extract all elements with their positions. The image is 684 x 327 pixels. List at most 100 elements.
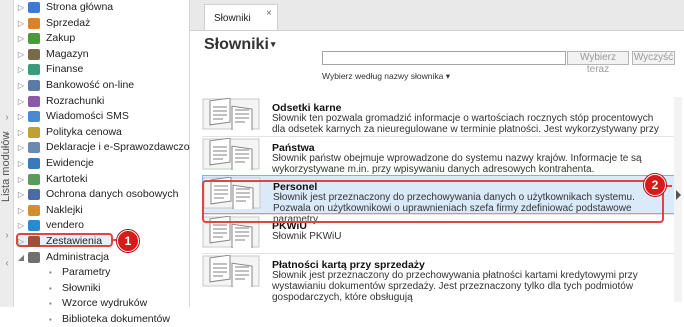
expand-arrow-icon[interactable]: ▷ (16, 31, 26, 47)
chevron-right-icon[interactable]: › (1, 230, 13, 242)
home-icon (28, 2, 40, 13)
sidebar-item[interactable]: ▷ Deklaracje i e-Sprawozdawczość (16, 140, 200, 156)
sidebar-item[interactable]: ▷ Ewidencje (16, 156, 190, 172)
sidebar-subitem-label: Wzorce wydruków (62, 297, 148, 310)
sidebar-item[interactable]: ▷ Strona główna (16, 0, 190, 16)
sidebar-item-label: Ewidencje (46, 156, 94, 169)
expand-arrow-icon[interactable]: ▷ (16, 0, 26, 16)
sidebar-item-label: vendero (46, 219, 84, 232)
dictionary-row[interactable]: Personel Słownik jest przeznaczony do prz… (202, 175, 676, 225)
collapse-arrow-icon[interactable]: ◢ (16, 250, 26, 266)
sidebar-subitem[interactable]: ▪ Wzorce wydruków (16, 296, 190, 312)
bullet-icon: ▪ (49, 283, 52, 293)
sidebar-item[interactable]: ▷ Polityka cenowa (16, 125, 190, 141)
tab-bar: Słowniki × (190, 0, 684, 31)
cart-icon (28, 33, 40, 45)
sidebar-item[interactable]: ▷ Naklejki (16, 203, 190, 219)
sidebar-item[interactable]: ▷ Rozrachunki (16, 94, 190, 110)
sidebar-item-label: Administracja (46, 250, 110, 263)
scrollbar[interactable] (674, 97, 682, 302)
sidebar-subitem-label: Parametry (62, 266, 111, 279)
dictionary-row[interactable]: Płatności kartą przy sprzedaży Słownik je… (202, 253, 676, 303)
module-tree: ▷ Strona główna ▷ Sprzedaż ▷ Zakup ▷ Magazyn ▷ Fi… (16, 0, 200, 327)
privacy-icon (28, 189, 40, 201)
clear-button[interactable]: Wyczyść (632, 51, 675, 65)
sidebar-item-label: Wiadomości SMS (46, 110, 129, 123)
dictionary-row[interactable]: Państwa Słownik państw obejmuje wprowadzo… (202, 135, 676, 176)
module-list-strip[interactable]: › ‹ Lista modułów › ‹ (0, 0, 14, 307)
cards-icon (28, 173, 40, 185)
declarations-icon (28, 142, 40, 154)
sidebar-subitem[interactable]: ▪ Słowniki (16, 281, 190, 297)
bullet-icon: ▪ (49, 299, 52, 309)
sidebar-item[interactable]: ▷ Finanse (16, 62, 190, 78)
expand-arrow-icon[interactable]: ▷ (16, 234, 26, 250)
scroll-arrow-icon[interactable] (674, 189, 682, 201)
dictionary-description: Słownik PKWiU (272, 230, 342, 242)
expand-arrow-icon[interactable]: ▷ (16, 187, 26, 203)
dictionary-book-icon (202, 97, 260, 134)
main-content: Słowniki × Słowniki ▾ Wybierz teraz Wyczy… (190, 0, 684, 307)
page-title-text: Słowniki (204, 36, 269, 53)
sidebar-item[interactable]: ▷ Wiadomości SMS (16, 109, 190, 125)
sidebar-item[interactable]: ▷ Ochrona danych osobowych (16, 187, 190, 203)
sidebar-item[interactable]: ▷ Sprzedaż (16, 16, 190, 32)
dictionary-row[interactable]: Odsetki karne Słownik ten pozwala gromadz… (202, 97, 676, 136)
filter-by-name-dropdown[interactable]: Wybierz według nazwy słownika ▾ (322, 71, 450, 82)
sidebar-subitem-label: Słowniki (62, 281, 101, 294)
sidebar-item[interactable]: ◢ Administracja (16, 250, 190, 266)
annotation-badge-1: 1 (117, 230, 139, 252)
dictionary-book-icon (203, 176, 261, 213)
sidebar-item-label: Zakup (46, 32, 76, 45)
chevron-left-icon[interactable]: ‹ (1, 258, 13, 270)
sidebar-item[interactable]: ▷ Zestawienia (16, 234, 190, 250)
sales-icon (28, 17, 40, 29)
expand-arrow-icon[interactable]: ▷ (16, 218, 26, 234)
records-icon (28, 157, 40, 169)
dictionary-description: Słownik państw obejmuje wprowadzone do s… (272, 152, 642, 175)
sidebar-item-label: Sprzedaż (46, 16, 91, 29)
sidebar-item[interactable]: ▷ Zakup (16, 31, 190, 47)
sidebar-item-label: Ochrona danych osobowych (46, 188, 179, 201)
page-title[interactable]: Słowniki ▾ (204, 36, 275, 54)
expand-arrow-icon[interactable]: ▷ (16, 125, 26, 141)
expand-arrow-icon[interactable]: ▷ (16, 16, 26, 32)
bank-icon (28, 79, 40, 91)
sidebar-item-label: Zestawienia (46, 234, 103, 247)
tab-slowniki[interactable]: Słowniki × (204, 4, 278, 30)
dictionary-row[interactable]: PKWiU Słownik PKWiU (202, 213, 676, 254)
expand-arrow-icon[interactable]: ▷ (16, 109, 26, 125)
close-icon[interactable]: × (266, 8, 272, 19)
expand-arrow-icon[interactable]: ▷ (16, 172, 26, 188)
sidebar-item[interactable]: ▷ vendero (16, 218, 190, 234)
sidebar-item[interactable]: ▷ Magazyn (16, 47, 190, 63)
sidebar-item-label: Rozrachunki (46, 94, 105, 107)
choose-now-button[interactable]: Wybierz teraz (567, 51, 629, 75)
sidebar-subitem[interactable]: ▪ Parametry (16, 265, 190, 281)
expand-arrow-icon[interactable]: ▷ (16, 47, 26, 63)
sidebar-item-label: Deklaracje i e-Sprawozdawczość (46, 141, 201, 154)
sidebar-item[interactable]: ▷ Bankowość on-line (16, 78, 190, 94)
search-input[interactable] (322, 51, 566, 65)
dictionary-book-icon (202, 254, 260, 291)
sidebar-item[interactable]: ▷ Kartoteki (16, 172, 190, 188)
expand-arrow-icon[interactable]: ▷ (16, 62, 26, 78)
dictionary-book-icon (202, 136, 260, 174)
chevron-right-icon[interactable]: › (1, 112, 13, 124)
sidebar-subitem[interactable]: ▪ Biblioteka dokumentów (16, 312, 190, 327)
bullet-icon: ▪ (49, 314, 52, 324)
sidebar-item-label: Bankowość on-line (46, 78, 135, 91)
reports-icon (28, 235, 40, 247)
stickers-icon (28, 204, 40, 216)
expand-arrow-icon[interactable]: ▷ (16, 78, 26, 94)
sms-icon (28, 111, 40, 123)
expand-arrow-icon[interactable]: ▷ (16, 140, 26, 156)
expand-arrow-icon[interactable]: ▷ (16, 203, 26, 219)
sidebar-item-label: Kartoteki (46, 172, 88, 185)
bullet-icon: ▪ (49, 268, 52, 278)
expand-arrow-icon[interactable]: ▷ (16, 156, 26, 172)
expand-arrow-icon[interactable]: ▷ (16, 94, 26, 110)
vendero-icon (28, 220, 40, 232)
pricing-icon (28, 126, 40, 138)
sidebar-item-label: Finanse (46, 63, 84, 76)
